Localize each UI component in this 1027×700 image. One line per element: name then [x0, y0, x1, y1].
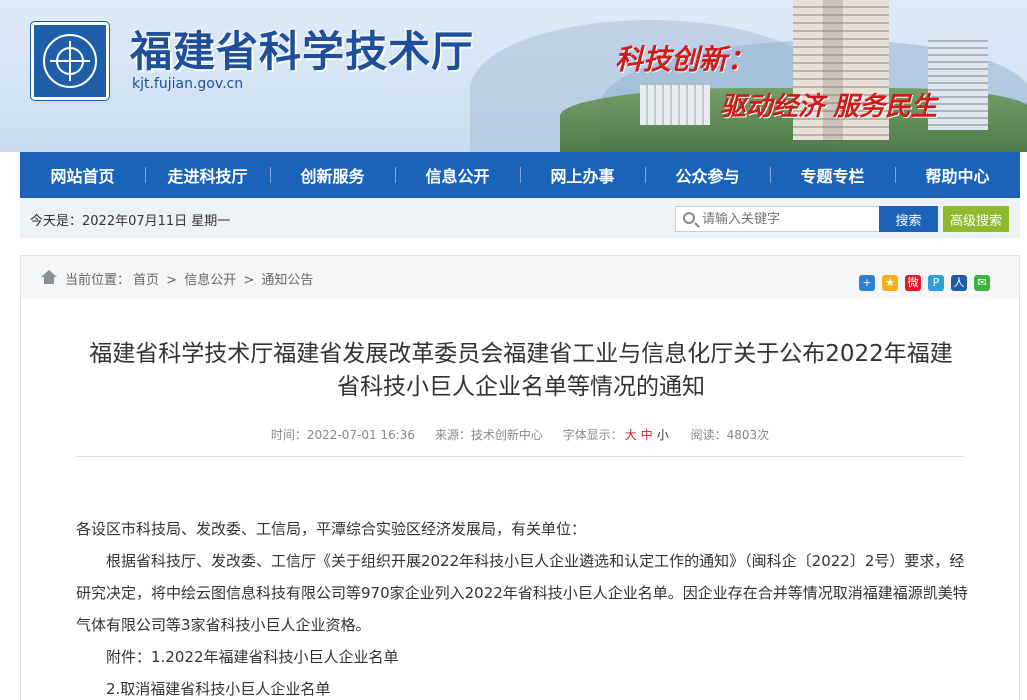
article-meta: 时间：2022-07-01 16:36 来源：技术创新中心 字体显示：大中小 阅… [21, 426, 1019, 443]
search-button[interactable]: 搜索 [879, 206, 938, 232]
breadcrumb-item-home[interactable]: 首页 [133, 273, 159, 288]
nav-item-help-center[interactable]: 帮助中心 [895, 152, 1020, 198]
slogan-line-2: 驱动经济 服务民生 [720, 92, 938, 122]
share-renren-icon[interactable]: 人 [951, 275, 967, 291]
nav-item-about[interactable]: 走进科技厅 [145, 152, 270, 198]
article-read-count: 阅读：4803次 [690, 428, 770, 442]
nav-item-info-disclosure[interactable]: 信息公开 [395, 152, 520, 198]
font-size-small-button[interactable]: 小 [657, 428, 669, 442]
department-logo-icon[interactable] [31, 22, 109, 100]
breadcrumb-item-notices[interactable]: 通知公告 [261, 273, 313, 288]
breadcrumb-separator: > [243, 273, 255, 288]
date-search-bar: 今天是：2022年07月11日 星期一 搜索 高级搜索 [20, 198, 1020, 238]
article-source: 来源：技术创新中心 [434, 428, 543, 442]
home-icon [41, 270, 57, 284]
main-nav: 网站首页 走进科技厅 创新服务 信息公开 网上办事 公众参与 专题专栏 帮助中心 [20, 152, 1020, 198]
advanced-search-button[interactable]: 高级搜索 [943, 206, 1009, 232]
share-tencent-weibo-icon[interactable]: P [928, 275, 944, 291]
font-size-large-button[interactable]: 大 [625, 428, 637, 442]
slogan-line-1: 科技创新： [615, 43, 756, 76]
nav-item-online-services[interactable]: 网上办事 [520, 152, 645, 198]
banner-building [640, 85, 710, 125]
header-banner: 福建省科学技术厅 kjt.fujian.gov.cn 科技创新： 驱动经济 服务… [0, 0, 1027, 152]
current-date: 今天是：2022年07月11日 星期一 [30, 214, 231, 229]
share-weibo-icon[interactable]: 微 [905, 275, 921, 291]
nav-item-public-participation[interactable]: 公众参与 [645, 152, 770, 198]
search-box [675, 206, 880, 232]
site-title[interactable]: 福建省科学技术厅 [130, 18, 474, 79]
divider [76, 456, 964, 457]
breadcrumb-item-info-disclosure[interactable]: 信息公开 [184, 273, 236, 288]
breadcrumb-separator: > [166, 273, 178, 288]
site-domain: kjt.fujian.gov.cn [132, 76, 244, 92]
article-salutation: 各设区市科技局、发改委、工信局，平潭综合实验区经济发展局，有关单位： [76, 520, 587, 538]
share-toolbar: + ★ 微 P 人 ✉ [859, 275, 990, 291]
attachment-link-1[interactable]: 附件：1.2022年福建省科技小巨人企业名单 [76, 641, 968, 673]
search-icon [683, 212, 695, 224]
attachment-link-2[interactable]: 2.取消福建省科技小巨人企业名单 [76, 673, 968, 700]
nav-item-innovation-services[interactable]: 创新服务 [270, 152, 395, 198]
breadcrumb-bar: 当前位置： 首页 > 信息公开 > 通知公告 + ★ 微 P 人 ✉ [21, 256, 1019, 298]
share-qzone-icon[interactable]: ★ [882, 275, 898, 291]
nav-item-special-topics[interactable]: 专题专栏 [770, 152, 895, 198]
article-panel: 当前位置： 首页 > 信息公开 > 通知公告 + ★ 微 P 人 ✉ 福建省科学技术厅福建省… [20, 255, 1020, 700]
nav-item-home[interactable]: 网站首页 [20, 152, 145, 198]
breadcrumb: 当前位置： 首页 > 信息公开 > 通知公告 [65, 269, 316, 288]
article-body: 各设区市科技局、发改委、工信局，平潭综合实验区经济发展局，有关单位： 根据省科技… [76, 513, 968, 700]
article-title: 福建省科学技术厅福建省发展改革委员会福建省工业与信息化厅关于公布2022年福建省… [89, 341, 953, 400]
breadcrumb-prefix: 当前位置： [65, 273, 131, 288]
search-input[interactable] [702, 209, 877, 229]
share-wechat-icon[interactable]: ✉ [974, 275, 990, 291]
font-size-medium-button[interactable]: 中 [641, 428, 653, 442]
article-time: 时间：2022-07-01 16:36 [270, 428, 416, 442]
share-more-icon[interactable]: + [859, 275, 875, 291]
article-paragraph: 根据省科技厅、发改委、工信厅《关于组织开展2022年科技小巨人企业遴选和认定工作… [76, 552, 968, 634]
font-size-label: 字体显示： [562, 428, 623, 442]
